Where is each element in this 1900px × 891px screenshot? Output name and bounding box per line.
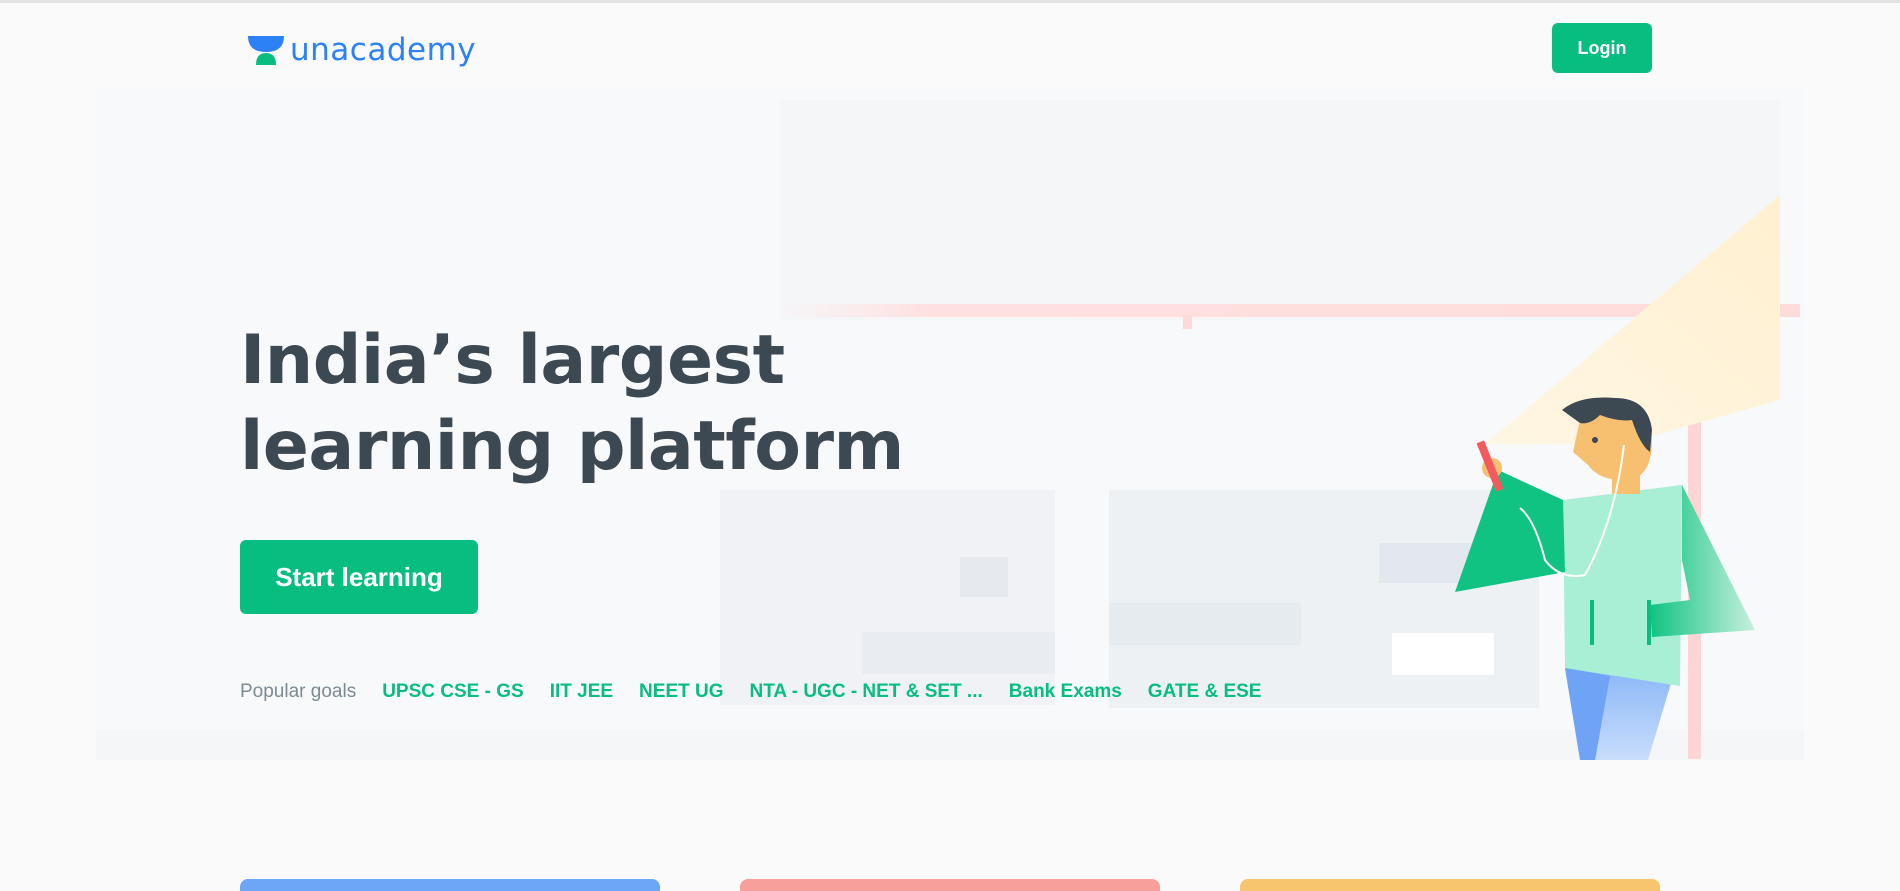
hero-headline: India’s largest learning platform (240, 318, 940, 490)
feature-card-3[interactable] (1240, 879, 1660, 891)
logo-wordmark: unacademy (290, 32, 477, 68)
goal-link-upsc-cse-gs[interactable]: UPSC CSE - GS (382, 681, 523, 703)
goal-link-neet-ug[interactable]: NEET UG (639, 681, 723, 703)
unacademy-logo-icon (246, 33, 286, 67)
goal-link-gate-ese[interactable]: GATE & ESE (1148, 681, 1262, 703)
goal-link-bank-exams[interactable]: Bank Exams (1009, 681, 1122, 703)
feature-card-1[interactable] (240, 879, 660, 891)
unacademy-logo[interactable]: unacademy (246, 32, 476, 68)
login-button[interactable]: Login (1552, 23, 1652, 73)
headline-line-1: India’s largest (240, 321, 785, 400)
goal-link-iit-jee[interactable]: IIT JEE (550, 681, 613, 703)
popular-goals-label: Popular goals (240, 681, 357, 702)
headline-line-2: learning platform (240, 407, 904, 486)
goal-link-nta-ugc-net-set[interactable]: NTA - UGC - NET & SET ... (750, 681, 983, 703)
popular-goals: Popular goals UPSC CSE - GS IIT JEE NEET… (240, 678, 1287, 706)
page: unacademy Login India’s largest learning… (0, 0, 1900, 891)
start-learning-button[interactable]: Start learning (240, 540, 478, 614)
feature-card-2[interactable] (740, 879, 1160, 891)
